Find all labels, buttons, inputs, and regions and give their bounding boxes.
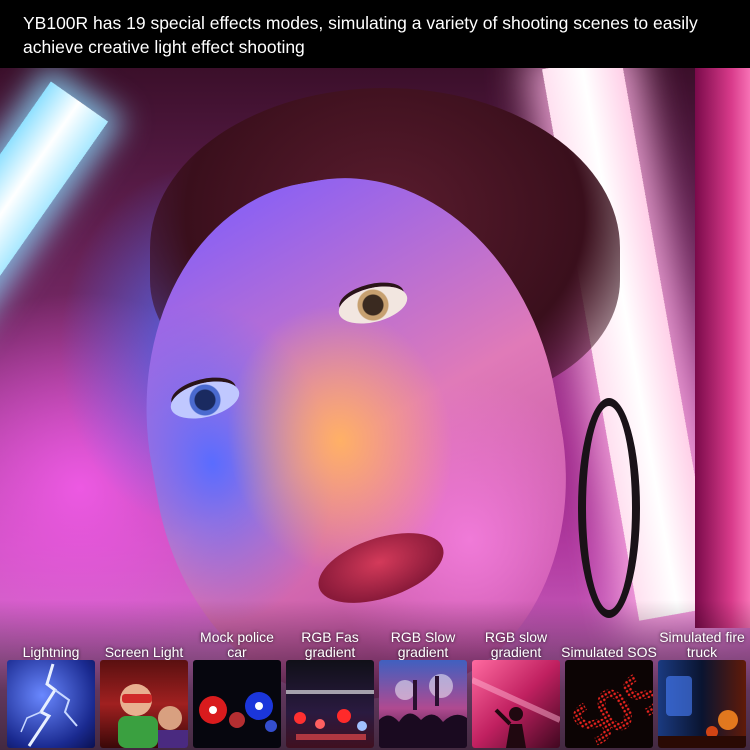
- mode-label: Simulated SOS: [561, 644, 657, 660]
- lightning-bolt-icon: [7, 660, 95, 748]
- fire-truck-lights-icon: [658, 660, 746, 748]
- effect-modes-row: Lightning Screen Light Mock police car R…: [0, 622, 750, 750]
- mode-label: RGB Fas gradient: [301, 629, 359, 660]
- mode-label: Screen Light: [104, 644, 184, 660]
- mode-label: Lightning: [22, 644, 80, 660]
- police-lights-icon: [193, 660, 281, 748]
- mode-rgb-slow-gradient[interactable]: RGB Slow gradient: [379, 622, 467, 750]
- header-bar: YB100R has 19 special effects modes, sim…: [0, 0, 750, 68]
- traffic-lights-icon: [286, 660, 374, 748]
- mode-lightning[interactable]: Lightning: [7, 622, 95, 750]
- mode-label: RGB slow gradient: [484, 629, 548, 660]
- header-caption: YB100R has 19 special effects modes, sim…: [23, 13, 698, 57]
- mode-label: Simulated fire truck: [659, 629, 745, 660]
- mode-rgb-fast-gradient[interactable]: RGB Fas gradient: [286, 622, 374, 750]
- dancer-silhouette-icon: [472, 660, 560, 748]
- cinema-audience-icon: [100, 660, 188, 748]
- mode-simulated-fire-truck[interactable]: Simulated fire truck: [658, 622, 746, 750]
- light-tube-right-edge: [695, 68, 750, 628]
- mode-simulated-sos[interactable]: Simulated SOS: [561, 622, 657, 750]
- mode-rgb-slow-gradient-2[interactable]: RGB slow gradient: [472, 622, 560, 750]
- light-tube-left: [0, 81, 109, 335]
- mode-label: Mock police car: [200, 629, 274, 660]
- sos-led-icon: [565, 660, 653, 748]
- mode-label: RGB Slow gradient: [390, 629, 456, 660]
- mode-screen-light[interactable]: Screen Light: [100, 622, 188, 750]
- mode-mock-police-car[interactable]: Mock police car: [193, 622, 281, 750]
- hoop-earring: [578, 398, 640, 618]
- concert-crowd-icon: [379, 660, 467, 748]
